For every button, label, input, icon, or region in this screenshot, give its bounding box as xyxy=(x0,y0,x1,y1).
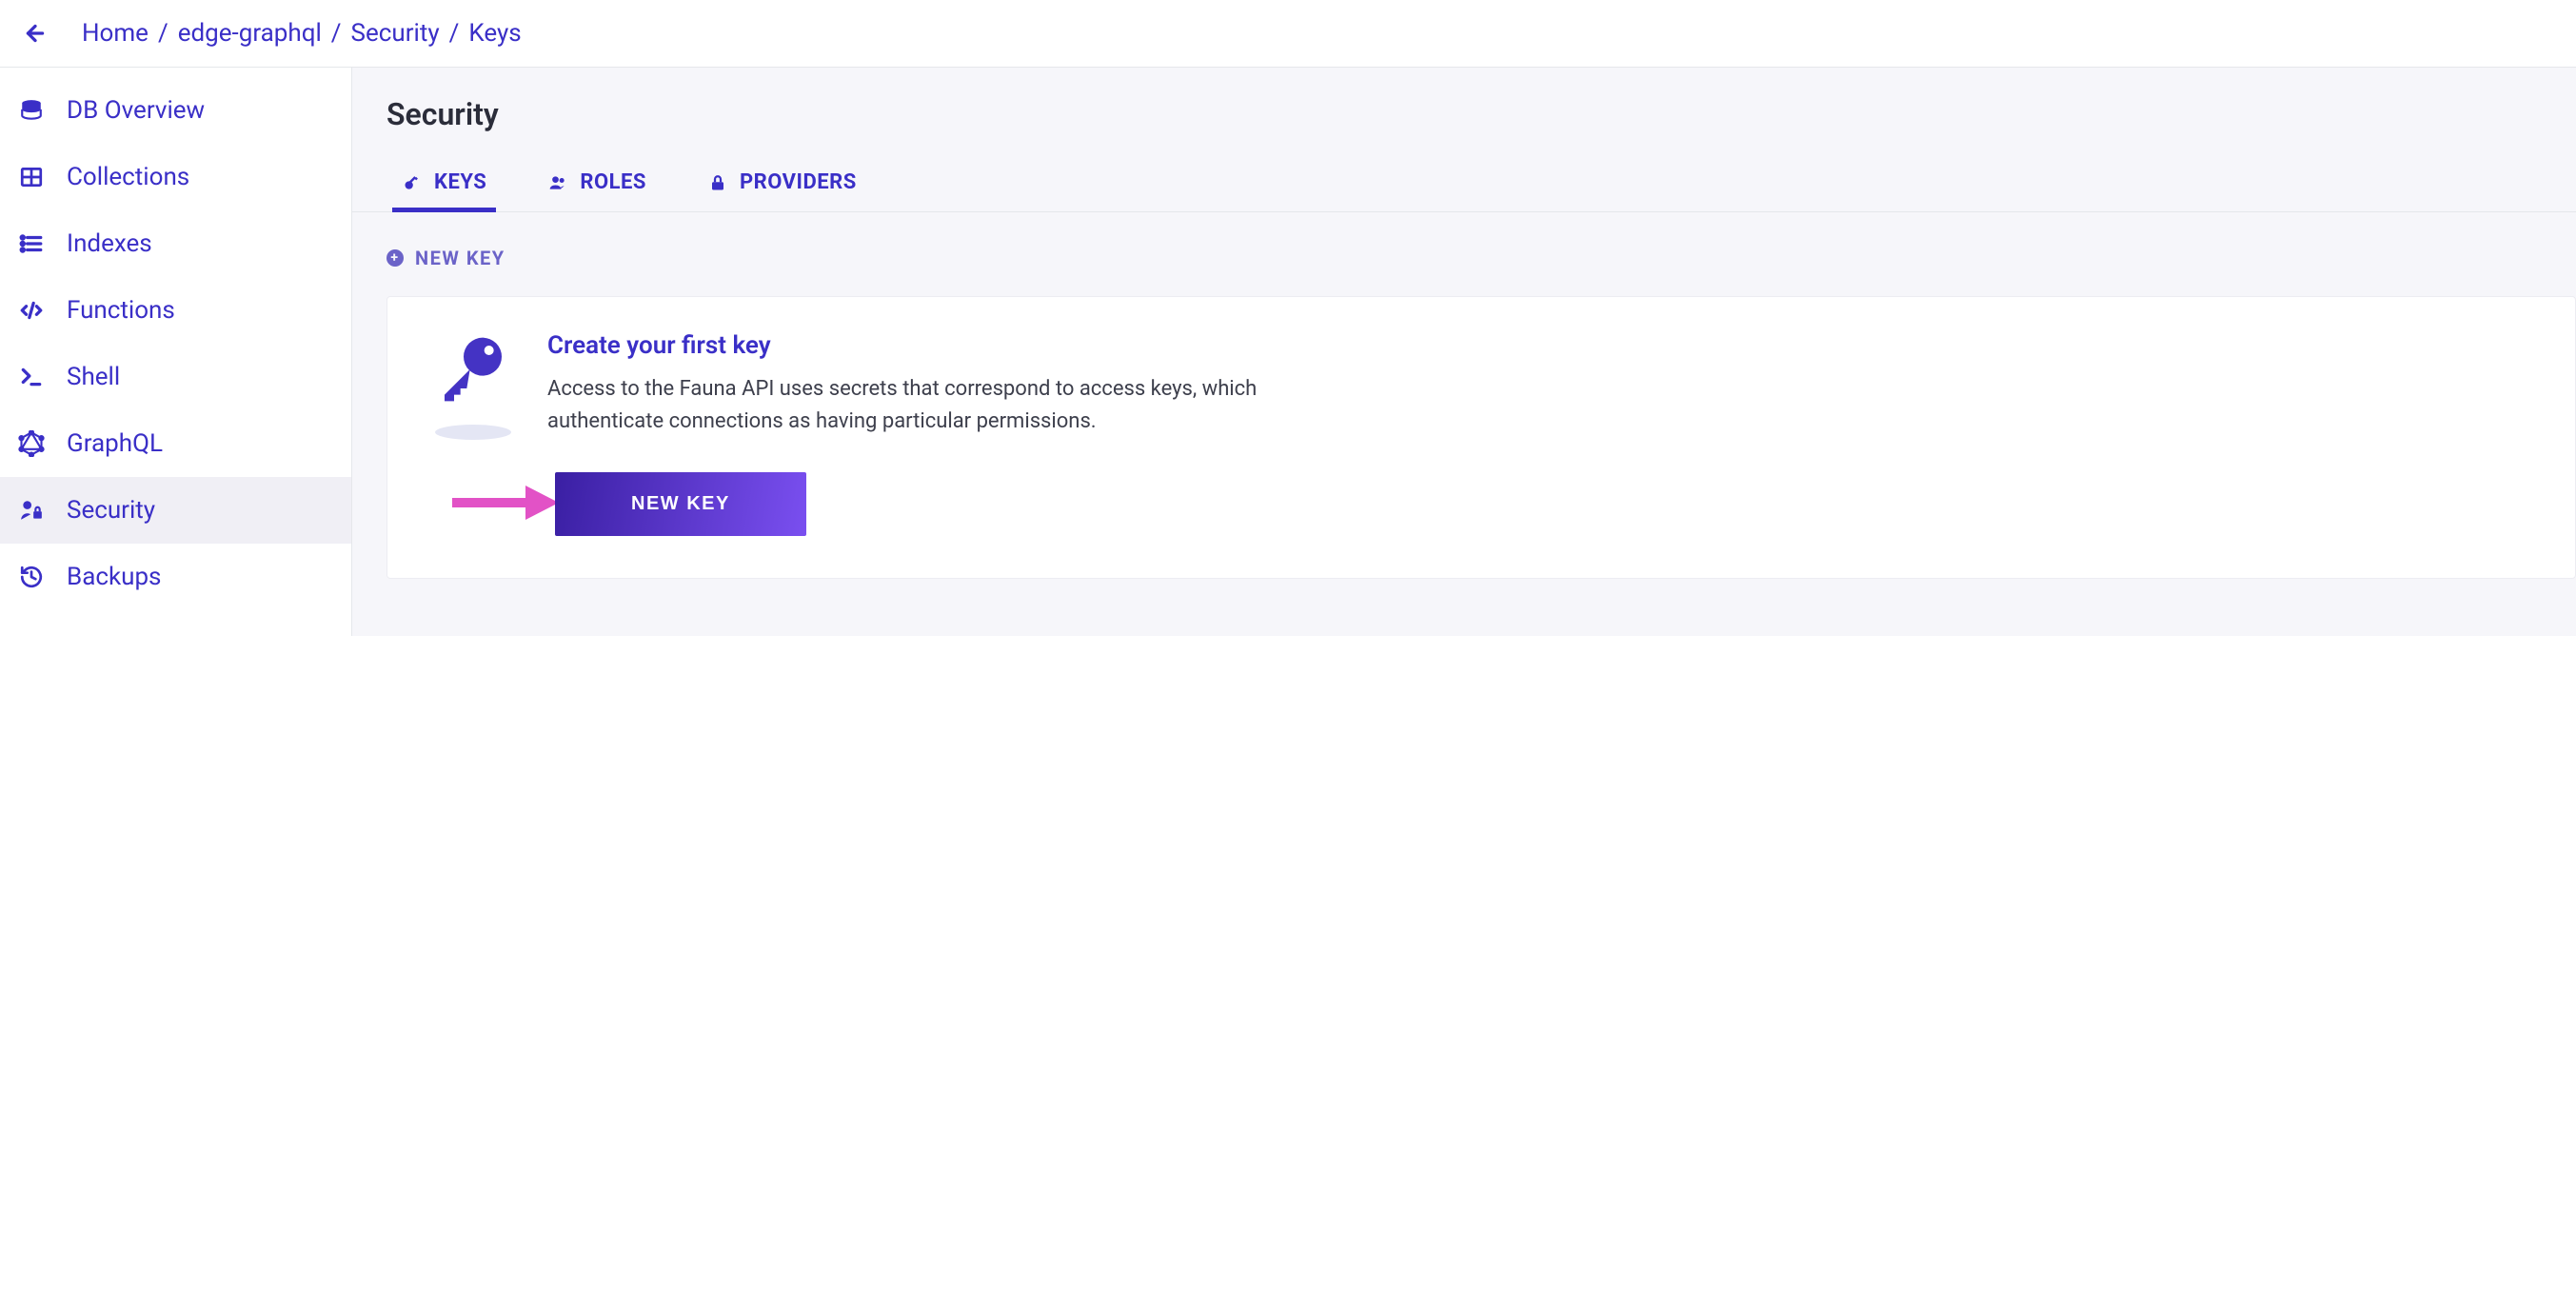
new-key-button[interactable]: NEW KEY xyxy=(555,472,806,536)
sidebar-item-label: Collections xyxy=(67,163,189,191)
breadcrumb-separator: / xyxy=(449,19,460,48)
annotation-arrow-icon xyxy=(445,480,559,529)
key-shadow xyxy=(435,425,511,440)
main-content: Security KEYS ROLES PROVIDERS xyxy=(352,68,2576,636)
tab-label: KEYS xyxy=(434,170,486,194)
sidebar: DB Overview Collections Indexes Function… xyxy=(0,68,352,636)
sidebar-item-indexes[interactable]: Indexes xyxy=(0,210,351,277)
breadcrumb-separator: / xyxy=(331,19,342,48)
arrow-left-icon xyxy=(23,21,48,46)
topbar: Home / edge-graphql / Security / Keys xyxy=(0,0,2576,68)
empty-state-card: Create your first key Access to the Faun… xyxy=(386,296,2576,579)
sidebar-item-label: Security xyxy=(67,496,155,525)
sidebar-item-graphql[interactable]: GraphQL xyxy=(0,410,351,477)
tab-label: ROLES xyxy=(580,170,646,194)
page-title: Security xyxy=(352,96,2576,155)
tab-roles[interactable]: ROLES xyxy=(544,155,650,211)
breadcrumb-home[interactable]: Home xyxy=(82,19,149,48)
sidebar-item-label: DB Overview xyxy=(67,96,205,125)
list-icon xyxy=(17,229,46,258)
tabs: KEYS ROLES PROVIDERS xyxy=(352,155,2576,212)
sidebar-item-backups[interactable]: Backups xyxy=(0,544,351,610)
sidebar-item-label: Functions xyxy=(67,296,175,325)
sidebar-item-db-overview[interactable]: DB Overview xyxy=(0,77,351,144)
sidebar-item-security[interactable]: Security xyxy=(0,477,351,544)
key-illustration xyxy=(426,331,521,440)
table-icon xyxy=(17,163,46,191)
new-key-link[interactable]: + NEW KEY xyxy=(352,212,2576,296)
new-key-link-label: NEW KEY xyxy=(415,247,505,269)
tab-providers[interactable]: PROVIDERS xyxy=(703,155,861,211)
database-icon xyxy=(17,96,46,125)
breadcrumb: Home / edge-graphql / Security / Keys xyxy=(82,19,522,48)
code-icon xyxy=(17,296,46,325)
sidebar-item-label: Indexes xyxy=(67,229,152,258)
sidebar-item-label: Backups xyxy=(67,563,161,591)
tab-label: PROVIDERS xyxy=(740,170,857,194)
history-icon xyxy=(17,563,46,591)
back-button[interactable] xyxy=(19,17,51,50)
users-icon xyxy=(547,172,568,193)
breadcrumb-db[interactable]: edge-graphql xyxy=(178,19,322,48)
user-lock-icon xyxy=(17,496,46,525)
sidebar-item-shell[interactable]: Shell xyxy=(0,344,351,410)
breadcrumb-section[interactable]: Security xyxy=(351,19,440,48)
empty-state-description: Access to the Fauna API uses secrets tha… xyxy=(547,373,1328,438)
plus-circle-icon: + xyxy=(386,249,404,267)
sidebar-item-collections[interactable]: Collections xyxy=(0,144,351,210)
lock-icon xyxy=(707,172,728,193)
tab-keys[interactable]: KEYS xyxy=(398,155,490,211)
breadcrumb-current[interactable]: Keys xyxy=(468,19,521,48)
key-icon xyxy=(402,172,423,193)
breadcrumb-separator: / xyxy=(158,19,168,48)
sidebar-item-functions[interactable]: Functions xyxy=(0,277,351,344)
sidebar-item-label: Shell xyxy=(67,363,120,391)
empty-state-heading: Create your first key xyxy=(547,331,1328,360)
key-icon xyxy=(435,331,511,407)
sidebar-item-label: GraphQL xyxy=(67,429,163,458)
graphql-icon xyxy=(17,429,46,458)
terminal-icon xyxy=(17,363,46,391)
